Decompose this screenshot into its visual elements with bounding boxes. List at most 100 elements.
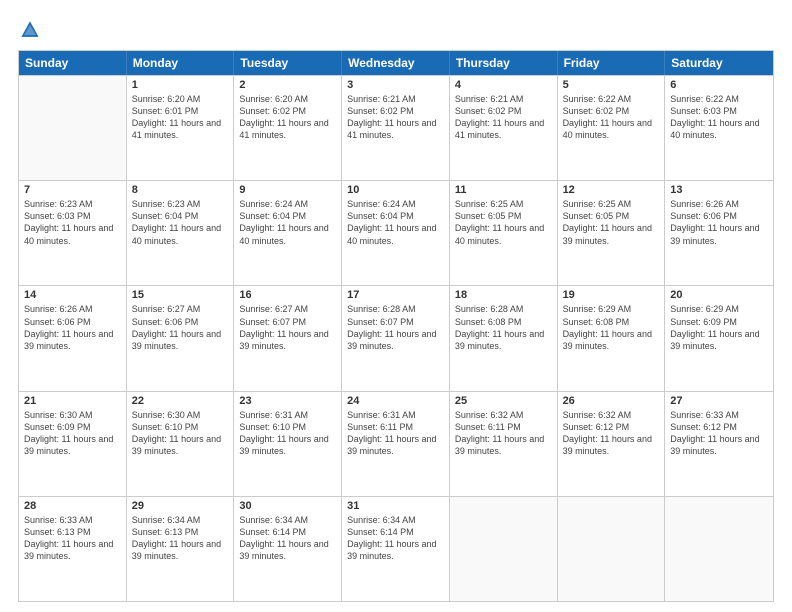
cell-info: Sunrise: 6:30 AM Sunset: 6:09 PM Dayligh… (24, 409, 121, 458)
header-day-saturday: Saturday (665, 51, 773, 75)
cell-info: Sunrise: 6:25 AM Sunset: 6:05 PM Dayligh… (563, 198, 660, 247)
calendar-week-2: 7 Sunrise: 6:23 AM Sunset: 6:03 PM Daylig… (19, 180, 773, 285)
cell-info: Sunrise: 6:28 AM Sunset: 6:07 PM Dayligh… (347, 303, 444, 352)
calendar-cell: 26 Sunrise: 6:32 AM Sunset: 6:12 PM Dayli… (558, 392, 666, 496)
cell-info: Sunrise: 6:24 AM Sunset: 6:04 PM Dayligh… (239, 198, 336, 247)
cell-info: Sunrise: 6:31 AM Sunset: 6:11 PM Dayligh… (347, 409, 444, 458)
cell-info: Sunrise: 6:32 AM Sunset: 6:12 PM Dayligh… (563, 409, 660, 458)
calendar-cell: 24 Sunrise: 6:31 AM Sunset: 6:11 PM Dayli… (342, 392, 450, 496)
logo (18, 18, 46, 42)
calendar-cell: 29 Sunrise: 6:34 AM Sunset: 6:13 PM Dayli… (127, 497, 235, 601)
calendar-cell: 21 Sunrise: 6:30 AM Sunset: 6:09 PM Dayli… (19, 392, 127, 496)
calendar-cell: 1Sunrise: 6:20 AM Sunset: 6:01 PM Daylig… (127, 76, 235, 180)
cell-day-number: 19 (563, 289, 660, 301)
cell-info: Sunrise: 6:25 AM Sunset: 6:05 PM Dayligh… (455, 198, 552, 247)
cell-info: Sunrise: 6:34 AM Sunset: 6:13 PM Dayligh… (132, 514, 229, 563)
cell-day-number: 11 (455, 184, 552, 196)
calendar-cell: 20Sunrise: 6:29 AM Sunset: 6:09 PM Dayli… (665, 286, 773, 390)
calendar-cell: 8 Sunrise: 6:23 AM Sunset: 6:04 PM Daylig… (127, 181, 235, 285)
cell-info: Sunrise: 6:24 AM Sunset: 6:04 PM Dayligh… (347, 198, 444, 247)
cell-day-number: 20 (670, 289, 768, 301)
calendar-cell: 12 Sunrise: 6:25 AM Sunset: 6:05 PM Dayli… (558, 181, 666, 285)
cell-day-number: 17 (347, 289, 444, 301)
calendar-week-4: 21 Sunrise: 6:30 AM Sunset: 6:09 PM Dayli… (19, 391, 773, 496)
calendar-body: 1Sunrise: 6:20 AM Sunset: 6:01 PM Daylig… (19, 75, 773, 601)
calendar-cell: 11 Sunrise: 6:25 AM Sunset: 6:05 PM Dayli… (450, 181, 558, 285)
cell-day-number: 23 (239, 395, 336, 407)
cell-day-number: 12 (563, 184, 660, 196)
cell-info: Sunrise: 6:32 AM Sunset: 6:11 PM Dayligh… (455, 409, 552, 458)
calendar-header-row: SundayMondayTuesdayWednesdayThursdayFrid… (19, 51, 773, 75)
cell-day-number: 28 (24, 500, 121, 512)
cell-info: Sunrise: 6:23 AM Sunset: 6:03 PM Dayligh… (24, 198, 121, 247)
cell-day-number: 15 (132, 289, 229, 301)
cell-info: Sunrise: 6:33 AM Sunset: 6:12 PM Dayligh… (670, 409, 768, 458)
cell-info: Sunrise: 6:22 AM Sunset: 6:03 PM Dayligh… (670, 93, 768, 142)
cell-day-number: 29 (132, 500, 229, 512)
cell-info: Sunrise: 6:29 AM Sunset: 6:08 PM Dayligh… (563, 303, 660, 352)
cell-day-number: 27 (670, 395, 768, 407)
header-day-sunday: Sunday (19, 51, 127, 75)
calendar-cell: 4Sunrise: 6:21 AM Sunset: 6:02 PM Daylig… (450, 76, 558, 180)
header-day-friday: Friday (558, 51, 666, 75)
calendar-cell (665, 497, 773, 601)
cell-day-number: 21 (24, 395, 121, 407)
cell-day-number: 9 (239, 184, 336, 196)
calendar-week-5: 28 Sunrise: 6:33 AM Sunset: 6:13 PM Dayli… (19, 496, 773, 601)
cell-day-number: 6 (670, 79, 768, 91)
calendar-cell: 3 Sunrise: 6:21 AM Sunset: 6:02 PM Daylig… (342, 76, 450, 180)
calendar-cell (450, 497, 558, 601)
cell-info: Sunrise: 6:34 AM Sunset: 6:14 PM Dayligh… (347, 514, 444, 563)
cell-day-number: 18 (455, 289, 552, 301)
cell-day-number: 25 (455, 395, 552, 407)
calendar-cell: 30 Sunrise: 6:34 AM Sunset: 6:14 PM Dayli… (234, 497, 342, 601)
header-day-tuesday: Tuesday (234, 51, 342, 75)
cell-day-number: 30 (239, 500, 336, 512)
cell-info: Sunrise: 6:33 AM Sunset: 6:13 PM Dayligh… (24, 514, 121, 563)
cell-day-number: 14 (24, 289, 121, 301)
cell-day-number: 10 (347, 184, 444, 196)
cell-info: Sunrise: 6:26 AM Sunset: 6:06 PM Dayligh… (24, 303, 121, 352)
cell-day-number: 13 (670, 184, 768, 196)
calendar-cell: 27 Sunrise: 6:33 AM Sunset: 6:12 PM Dayli… (665, 392, 773, 496)
calendar-week-1: 1Sunrise: 6:20 AM Sunset: 6:01 PM Daylig… (19, 75, 773, 180)
calendar-cell: 31Sunrise: 6:34 AM Sunset: 6:14 PM Dayli… (342, 497, 450, 601)
calendar-cell (558, 497, 666, 601)
calendar-cell: 23Sunrise: 6:31 AM Sunset: 6:10 PM Dayli… (234, 392, 342, 496)
cell-day-number: 7 (24, 184, 121, 196)
calendar-cell: 2 Sunrise: 6:20 AM Sunset: 6:02 PM Daylig… (234, 76, 342, 180)
cell-day-number: 24 (347, 395, 444, 407)
cell-day-number: 22 (132, 395, 229, 407)
calendar-cell: 10 Sunrise: 6:24 AM Sunset: 6:04 PM Dayli… (342, 181, 450, 285)
cell-info: Sunrise: 6:28 AM Sunset: 6:08 PM Dayligh… (455, 303, 552, 352)
cell-day-number: 16 (239, 289, 336, 301)
cell-day-number: 3 (347, 79, 444, 91)
header-day-monday: Monday (127, 51, 235, 75)
cell-info: Sunrise: 6:34 AM Sunset: 6:14 PM Dayligh… (239, 514, 336, 563)
cell-day-number: 26 (563, 395, 660, 407)
calendar-cell: 28 Sunrise: 6:33 AM Sunset: 6:13 PM Dayli… (19, 497, 127, 601)
cell-info: Sunrise: 6:27 AM Sunset: 6:07 PM Dayligh… (239, 303, 336, 352)
calendar-cell: 25 Sunrise: 6:32 AM Sunset: 6:11 PM Dayli… (450, 392, 558, 496)
calendar-cell: 6 Sunrise: 6:22 AM Sunset: 6:03 PM Daylig… (665, 76, 773, 180)
cell-info: Sunrise: 6:26 AM Sunset: 6:06 PM Dayligh… (670, 198, 768, 247)
cell-info: Sunrise: 6:23 AM Sunset: 6:04 PM Dayligh… (132, 198, 229, 247)
cell-info: Sunrise: 6:20 AM Sunset: 6:01 PM Dayligh… (132, 93, 229, 142)
header-day-wednesday: Wednesday (342, 51, 450, 75)
cell-day-number: 8 (132, 184, 229, 196)
calendar-week-3: 14 Sunrise: 6:26 AM Sunset: 6:06 PM Dayli… (19, 285, 773, 390)
cell-info: Sunrise: 6:21 AM Sunset: 6:02 PM Dayligh… (455, 93, 552, 142)
header-day-thursday: Thursday (450, 51, 558, 75)
cell-info: Sunrise: 6:30 AM Sunset: 6:10 PM Dayligh… (132, 409, 229, 458)
calendar-cell: 5Sunrise: 6:22 AM Sunset: 6:02 PM Daylig… (558, 76, 666, 180)
cell-info: Sunrise: 6:21 AM Sunset: 6:02 PM Dayligh… (347, 93, 444, 142)
cell-info: Sunrise: 6:20 AM Sunset: 6:02 PM Dayligh… (239, 93, 336, 142)
calendar-cell: 19 Sunrise: 6:29 AM Sunset: 6:08 PM Dayli… (558, 286, 666, 390)
calendar-cell: 18 Sunrise: 6:28 AM Sunset: 6:08 PM Dayli… (450, 286, 558, 390)
cell-info: Sunrise: 6:22 AM Sunset: 6:02 PM Dayligh… (563, 93, 660, 142)
cell-day-number: 2 (239, 79, 336, 91)
logo-icon (18, 18, 42, 42)
calendar-cell: 7 Sunrise: 6:23 AM Sunset: 6:03 PM Daylig… (19, 181, 127, 285)
calendar-cell: 15Sunrise: 6:27 AM Sunset: 6:06 PM Dayli… (127, 286, 235, 390)
calendar-cell: 16 Sunrise: 6:27 AM Sunset: 6:07 PM Dayli… (234, 286, 342, 390)
